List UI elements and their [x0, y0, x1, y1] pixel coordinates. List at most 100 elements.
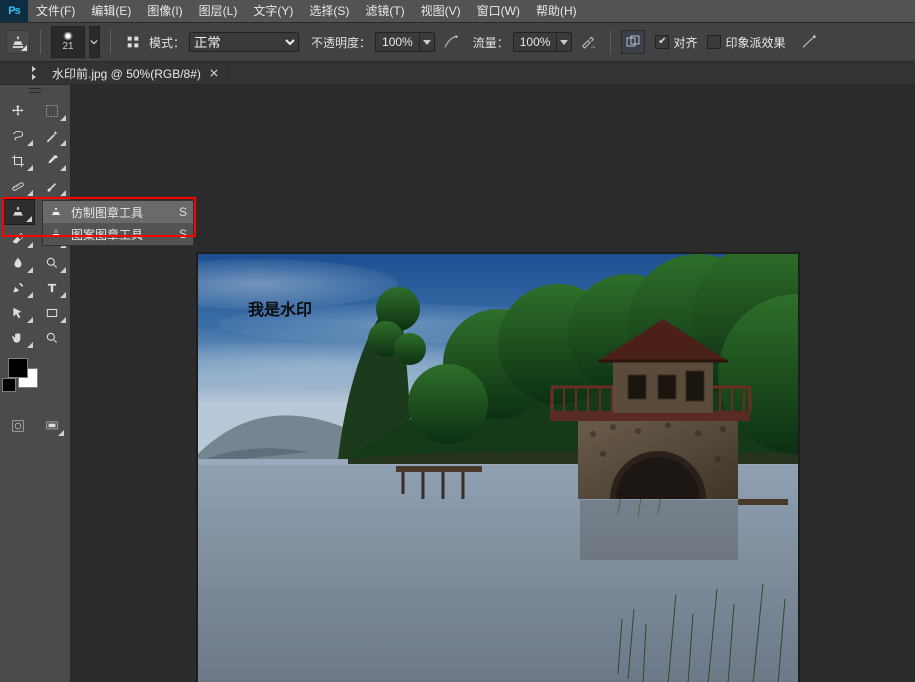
- menu-items: 文件(F) 编辑(E) 图像(I) 图层(L) 文字(Y) 选择(S) 滤镜(T…: [28, 0, 585, 22]
- flow-value: 100%: [514, 33, 557, 51]
- flow-field[interactable]: 100%: [513, 32, 573, 52]
- airbrush-toggle[interactable]: [576, 30, 600, 54]
- color-swatches[interactable]: [0, 352, 70, 412]
- menu-type[interactable]: 文字(Y): [245, 0, 301, 22]
- brush-preview[interactable]: 21: [51, 26, 85, 58]
- menu-edit[interactable]: 编辑(E): [83, 0, 139, 22]
- airbrush-icon: [580, 34, 596, 50]
- tool-move[interactable]: [2, 99, 35, 123]
- app-logo[interactable]: Ps: [0, 0, 28, 22]
- clone-source-icon: [625, 34, 641, 50]
- lasso-icon: [11, 129, 25, 143]
- healing-brush-icon: [11, 179, 25, 193]
- tool-shape[interactable]: [36, 301, 69, 325]
- mode-label: 模式：: [149, 34, 185, 51]
- watermark-text: 我是水印: [248, 296, 312, 320]
- tool-clone-stamp[interactable]: [2, 199, 35, 225]
- menu-view[interactable]: 视图(V): [413, 0, 469, 22]
- quickmask-icon: [11, 419, 25, 433]
- tool-magic-wand[interactable]: [36, 124, 69, 148]
- zoom-icon: [45, 331, 59, 345]
- close-icon: [210, 69, 218, 77]
- menu-image[interactable]: 图像(I): [139, 0, 190, 22]
- eraser-icon: [11, 231, 25, 245]
- options-bar: 21 模式： 正常 不透明度： 100% 流量： 10: [0, 23, 915, 62]
- menu-window[interactable]: 窗口(W): [469, 0, 528, 22]
- tools-panel-grip[interactable]: [0, 85, 70, 95]
- document-tab-bar: 水印前.jpg @ 50%(RGB/8#): [0, 62, 915, 85]
- path-selection-icon: [11, 306, 25, 320]
- menu-filter[interactable]: 滤镜(T): [357, 0, 412, 22]
- tool-path-select[interactable]: [2, 301, 35, 325]
- menu-help[interactable]: 帮助(H): [528, 0, 585, 22]
- tool-eyedropper[interactable]: [36, 149, 69, 173]
- dodge-icon: [45, 256, 59, 270]
- screenmode-toggle[interactable]: [38, 414, 66, 438]
- aligned-checkbox[interactable]: 对齐: [655, 34, 697, 51]
- flyout-item-shortcut: S: [179, 205, 187, 219]
- current-tool-icon[interactable]: [6, 30, 30, 54]
- opacity-label: 不透明度：: [311, 34, 371, 51]
- crop-icon: [11, 154, 25, 168]
- document-canvas[interactable]: 我是水印: [197, 253, 799, 682]
- opacity-value: 100%: [376, 33, 419, 51]
- clone-stamp-icon: [11, 205, 25, 219]
- brush-size: 21: [62, 41, 73, 52]
- tool-dodge[interactable]: [36, 251, 69, 275]
- canvas-area[interactable]: 我是水印: [71, 85, 915, 682]
- tool-zoom[interactable]: [36, 326, 69, 350]
- menu-bar: Ps 文件(F) 编辑(E) 图像(I) 图层(L) 文字(Y) 选择(S) 滤…: [0, 0, 915, 23]
- blur-drop-icon: [11, 256, 25, 270]
- tools-panel: [0, 85, 71, 682]
- tablet-pressure-size-icon: [801, 34, 817, 50]
- tool-pen[interactable]: [2, 276, 35, 300]
- pressure-size-toggle[interactable]: [797, 30, 821, 54]
- flyout-item-shortcut: S: [179, 227, 187, 241]
- clone-source-panel[interactable]: [621, 30, 645, 54]
- hand-icon: [11, 331, 25, 345]
- document-tab-title: 水印前.jpg @ 50%(RGB/8#): [52, 65, 201, 82]
- tab-collapse-toggle[interactable]: [0, 66, 42, 80]
- flyout-item-clone-stamp[interactable]: 仿制图章工具 S: [43, 201, 193, 223]
- document-tab[interactable]: 水印前.jpg @ 50%(RGB/8#): [42, 62, 228, 84]
- tool-blur[interactable]: [2, 251, 35, 275]
- checkbox-box-icon: [655, 35, 669, 49]
- blend-mode-select[interactable]: 正常: [189, 32, 299, 52]
- brush-picker-dropdown[interactable]: [89, 26, 100, 58]
- tab-close-button[interactable]: [209, 68, 219, 78]
- tool-crop[interactable]: [2, 149, 35, 173]
- tool-lasso[interactable]: [2, 124, 35, 148]
- menu-file[interactable]: 文件(F): [28, 0, 83, 22]
- type-icon: [45, 281, 59, 295]
- double-chevron-icon: [32, 66, 36, 80]
- marquee-icon: [45, 104, 59, 118]
- tool-healing[interactable]: [2, 174, 35, 198]
- pattern-stamp-icon: [49, 228, 63, 240]
- flyout-item-label: 图案图章工具: [71, 226, 143, 243]
- flyout-item-pattern-stamp[interactable]: 图案图章工具 S: [43, 223, 193, 245]
- flow-label: 流量：: [473, 34, 509, 51]
- opacity-field[interactable]: 100%: [375, 32, 435, 52]
- quickmask-toggle[interactable]: [4, 414, 32, 438]
- clone-stamp-icon: [49, 206, 63, 218]
- clone-stamp-flyout: 仿制图章工具 S 图案图章工具 S: [42, 200, 194, 246]
- foreground-color[interactable]: [8, 358, 28, 378]
- magic-wand-icon: [45, 129, 59, 143]
- tool-type[interactable]: [36, 276, 69, 300]
- brush-icon: [45, 179, 59, 193]
- tool-eraser[interactable]: [2, 226, 35, 250]
- impression-checkbox[interactable]: 印象派效果: [707, 34, 785, 51]
- checkbox-box-icon: [707, 35, 721, 49]
- brush-panel-toggle[interactable]: [121, 30, 145, 54]
- aligned-label: 对齐: [673, 34, 697, 51]
- tool-brush[interactable]: [36, 174, 69, 198]
- flyout-item-label: 仿制图章工具: [71, 204, 143, 221]
- pressure-opacity-toggle[interactable]: [439, 30, 463, 54]
- default-colors-icon[interactable]: [2, 378, 16, 392]
- rectangle-tool-icon: [45, 306, 59, 320]
- menu-select[interactable]: 选择(S): [301, 0, 357, 22]
- move-icon: [11, 104, 25, 118]
- menu-layer[interactable]: 图层(L): [191, 0, 246, 22]
- tool-marquee[interactable]: [36, 99, 69, 123]
- tool-hand[interactable]: [2, 326, 35, 350]
